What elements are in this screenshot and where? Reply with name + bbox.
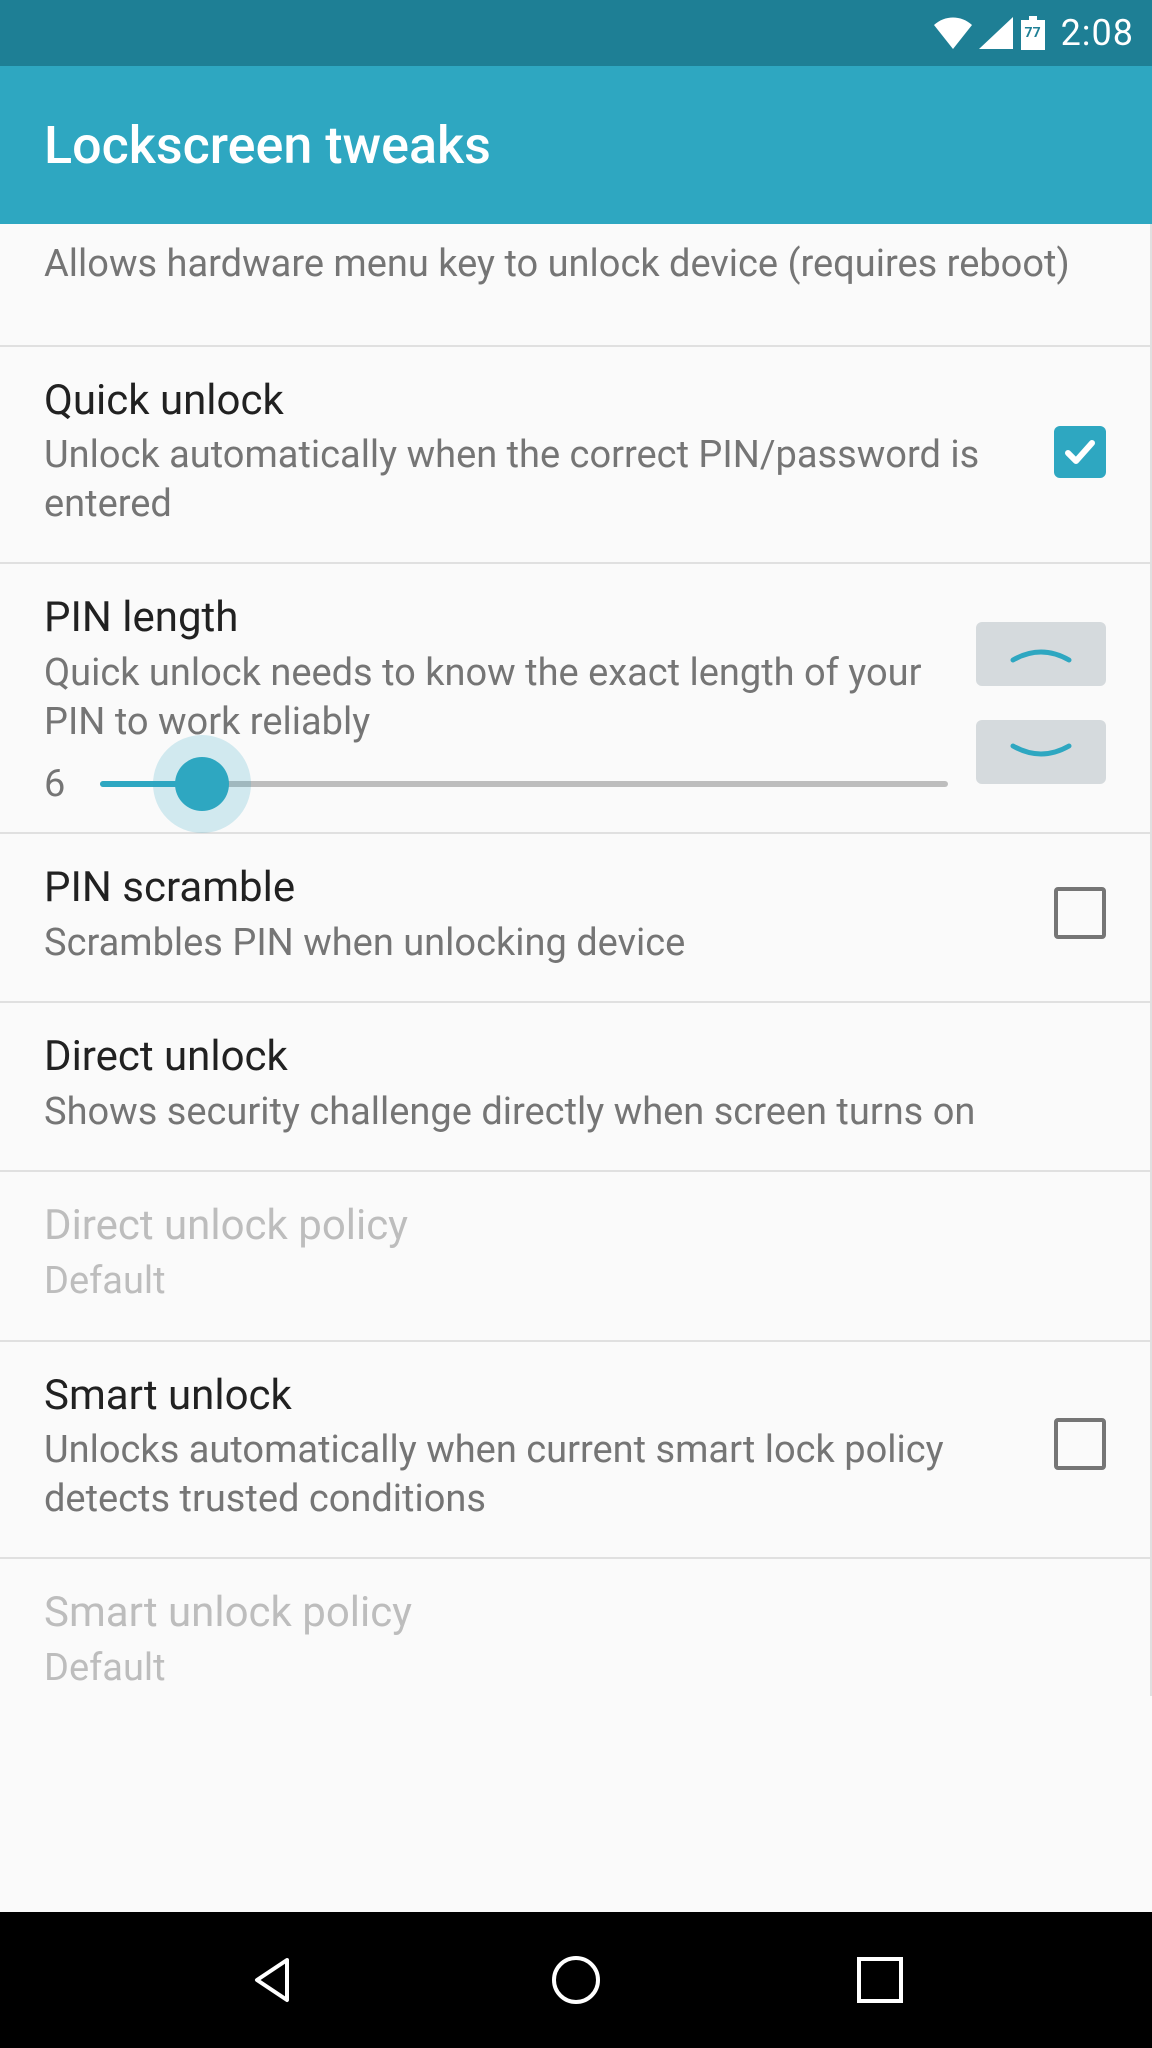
nav-back-button[interactable] bbox=[232, 1940, 312, 2020]
page-title: Lockscreen tweaks bbox=[44, 115, 491, 176]
item-title: Direct unlock bbox=[44, 1031, 1106, 1084]
battery-icon: 77 bbox=[1019, 16, 1047, 50]
status-clock: 2:08 bbox=[1061, 12, 1134, 54]
pin-length-value: 6 bbox=[44, 762, 76, 806]
pin-length-increase-button[interactable] bbox=[976, 622, 1106, 686]
cellular-signal-icon bbox=[979, 17, 1013, 49]
item-summary: Default bbox=[44, 1644, 1106, 1693]
app-bar: Lockscreen tweaks bbox=[0, 66, 1152, 224]
item-title: Smart unlock policy bbox=[44, 1587, 1106, 1640]
item-summary: Quick unlock needs to know the exact len… bbox=[44, 649, 948, 746]
direct-unlock-policy-item: Direct unlock policy Default bbox=[0, 1172, 1152, 1341]
item-summary: Scrambles PIN when unlocking device bbox=[44, 919, 1026, 968]
nav-home-button[interactable] bbox=[536, 1940, 616, 2020]
pin-scramble-checkbox[interactable] bbox=[1054, 887, 1106, 943]
pin-scramble-item[interactable]: PIN scramble Scrambles PIN when unlockin… bbox=[0, 834, 1152, 1003]
item-summary: Default bbox=[44, 1257, 1106, 1306]
battery-level-label: 77 bbox=[1019, 25, 1047, 41]
item-title: Direct unlock policy bbox=[44, 1200, 1106, 1253]
smart-unlock-policy-item: Smart unlock policy Default bbox=[0, 1559, 1152, 1696]
nav-recents-button[interactable] bbox=[840, 1940, 920, 2020]
pin-length-slider[interactable] bbox=[100, 754, 948, 814]
item-title: PIN length bbox=[44, 592, 948, 645]
pin-length-item[interactable]: PIN length Quick unlock needs to know th… bbox=[0, 564, 1152, 834]
item-summary: Unlock automatically when the correct PI… bbox=[44, 431, 1026, 528]
item-title: PIN scramble bbox=[44, 862, 1026, 915]
wifi-icon bbox=[933, 17, 973, 49]
smart-unlock-item[interactable]: Smart unlock Unlocks automatically when … bbox=[0, 1342, 1152, 1560]
item-title: Quick unlock bbox=[44, 375, 1026, 428]
pin-length-decrease-button[interactable] bbox=[976, 720, 1106, 784]
item-summary: Unlocks automatically when current smart… bbox=[44, 1426, 1026, 1523]
status-bar: 77 2:08 bbox=[0, 0, 1152, 66]
hardware-menu-unlock-item[interactable]: Allows hardware menu key to unlock devic… bbox=[0, 224, 1152, 347]
settings-list: Allows hardware menu key to unlock devic… bbox=[0, 224, 1152, 1912]
item-title: Smart unlock bbox=[44, 1370, 1026, 1423]
item-summary: Allows hardware menu key to unlock devic… bbox=[44, 240, 1106, 289]
item-summary: Shows security challenge directly when s… bbox=[44, 1088, 1106, 1137]
navigation-bar bbox=[0, 1912, 1152, 2048]
quick-unlock-item[interactable]: Quick unlock Unlock automatically when t… bbox=[0, 347, 1152, 565]
quick-unlock-checkbox[interactable] bbox=[1054, 426, 1106, 478]
direct-unlock-item[interactable]: Direct unlock Shows security challenge d… bbox=[0, 1003, 1152, 1172]
smart-unlock-checkbox[interactable] bbox=[1054, 1418, 1106, 1474]
